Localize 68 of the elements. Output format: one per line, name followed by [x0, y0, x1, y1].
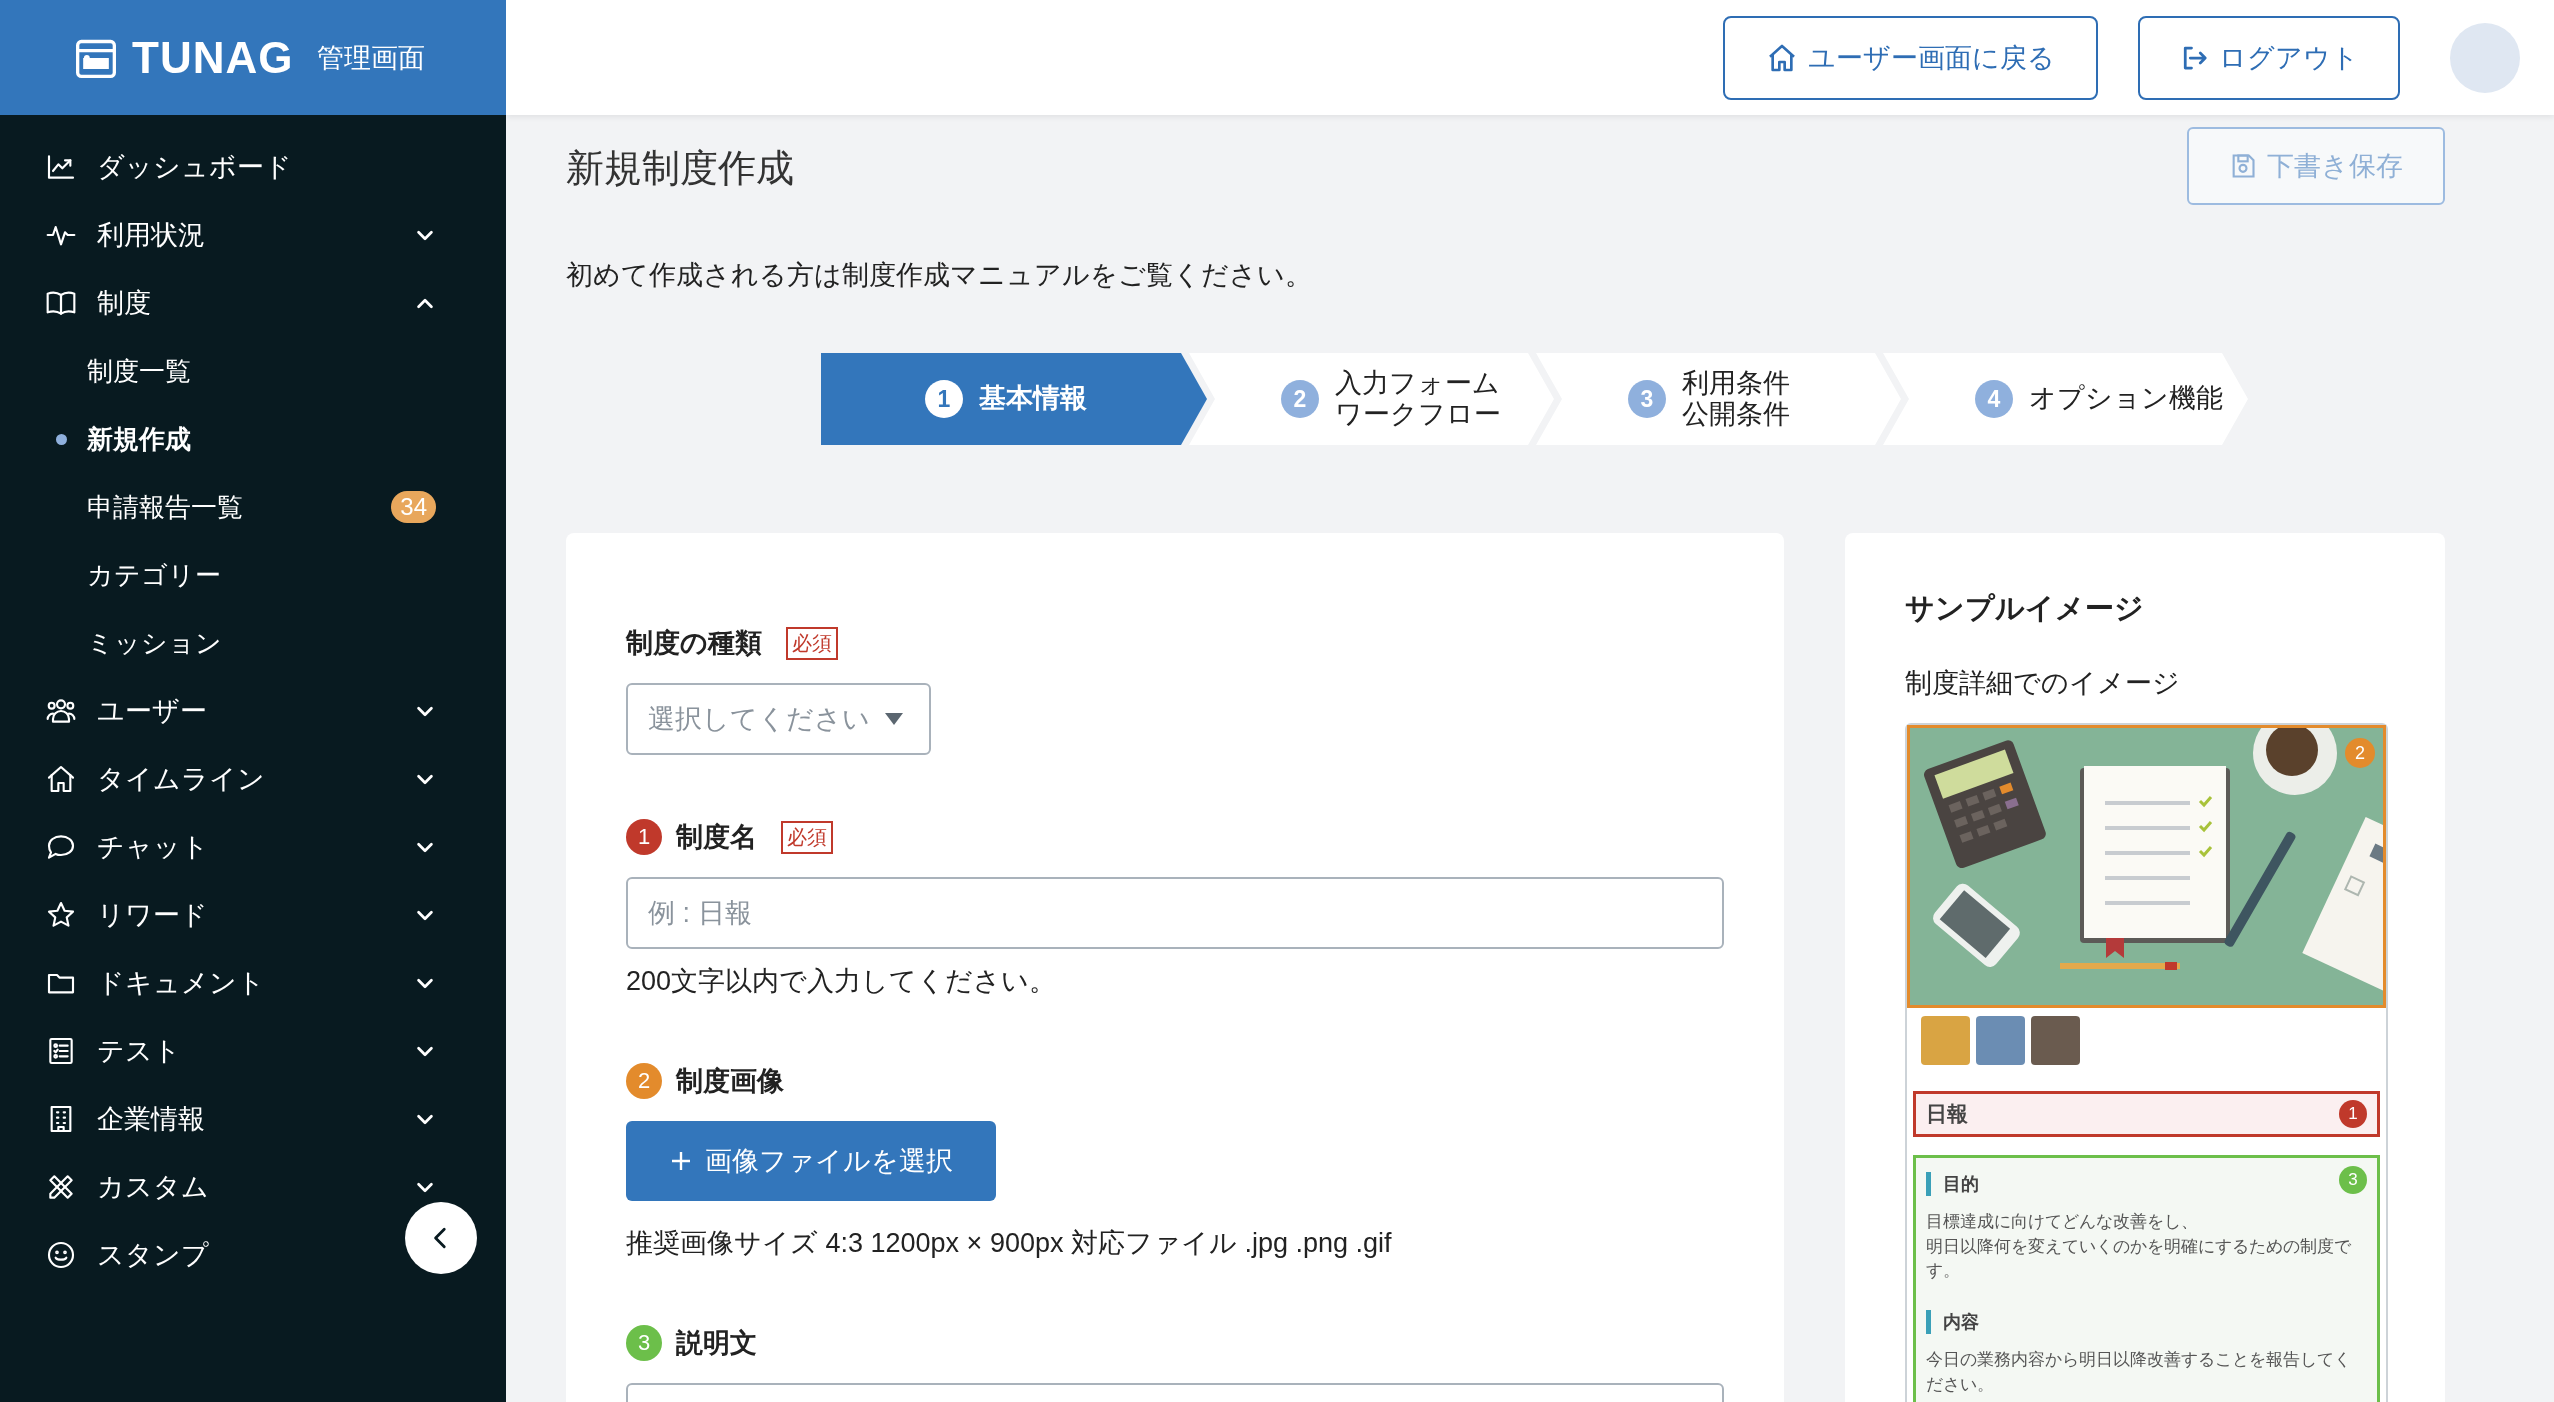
card-title: サンプルイメージ — [1905, 591, 2145, 626]
submenu-item[interactable]: 制度一覧 — [0, 337, 506, 405]
page-title: 新規制度作成 — [566, 146, 794, 191]
field-label: 制度画像 — [676, 1065, 784, 1098]
step-label: 公開条件 — [1682, 399, 1790, 431]
step-number: 4 — [1975, 380, 2013, 418]
back-to-user-button[interactable]: ユーザー画面に戻る — [1723, 15, 2098, 100]
photo-placeholder — [2031, 1016, 2080, 1065]
smiley-icon — [45, 1239, 77, 1271]
required-badge: 必須 — [781, 820, 833, 854]
step-label: 利用条件 — [1682, 367, 1790, 399]
home-icon — [45, 763, 77, 795]
menu-item[interactable]: 企業情報 — [0, 1085, 506, 1153]
menu-item[interactable]: ダッシュボード — [0, 133, 506, 201]
required-badge: 必須 — [786, 626, 838, 660]
menu-item[interactable]: チャット — [0, 813, 506, 881]
submenu-item[interactable]: カテゴリー — [0, 541, 506, 609]
menu-item[interactable]: ドキュメント — [0, 949, 506, 1017]
brand-name: TUNAG — [132, 32, 294, 83]
input-field[interactable]: 例 : 日報 — [626, 877, 1724, 949]
photo-placeholder — [1976, 1016, 2025, 1065]
step-tab[interactable]: 3 利用条件 公開条件 — [1536, 353, 1901, 445]
notice-text: 初めて作成される方は制度作成マニュアルをご覧ください。 — [566, 259, 1313, 292]
section-text: 目標達成に向けてどんな改善をし、 — [1926, 1211, 2199, 1233]
menu-item[interactable]: スタンプ — [0, 1221, 506, 1289]
number-marker: 1 — [626, 819, 662, 855]
logout-button[interactable]: ログアウト — [2138, 15, 2400, 100]
step-label: 入力フォーム — [1335, 367, 1501, 399]
submenu-item[interactable]: 申請報告一覧 34 — [0, 473, 506, 541]
menu-item[interactable]: 利用状況 — [0, 201, 506, 269]
preview-title: 日報 — [1926, 1101, 1968, 1127]
help-text: 200文字以内で入力してください。 — [626, 965, 1058, 998]
file-select-button[interactable]: 画像ファイルを選択 — [626, 1121, 996, 1201]
number-marker: 2 — [626, 1063, 662, 1099]
submenu-item[interactable]: ミッション — [0, 609, 506, 677]
step-tab[interactable]: 1 基本情報 — [821, 353, 1207, 445]
admin-label: 管理画面 — [317, 41, 426, 75]
number-marker: 3 — [626, 1325, 662, 1361]
caret-down-icon — [884, 712, 904, 726]
section-heading: 内容 — [1926, 1309, 2367, 1334]
plus-icon — [669, 1149, 693, 1173]
field-label: 制度名 — [676, 821, 757, 854]
field-label: 制度の種類 — [626, 627, 762, 660]
step-tab[interactable]: 4 オプション機能 — [1883, 353, 2248, 445]
section-text: 明日以降何を変えていくのかを明確にするための制度です。 — [1926, 1235, 2352, 1283]
help-text: 推奨画像サイズ 4:3 1200px × 900px 対応ファイル .jpg .png .gif — [626, 1227, 1393, 1260]
step-label: オプション機能 — [2029, 383, 2223, 415]
number-marker: 3 — [2339, 1166, 2367, 1194]
section-text: 今日の業務内容から明日以降改善することを報告してください。 — [1926, 1348, 2352, 1396]
step-number: 1 — [925, 380, 963, 418]
menu-item[interactable]: カスタム — [0, 1153, 506, 1221]
menu-item[interactable]: リワード — [0, 881, 506, 949]
photo-placeholder — [1921, 1016, 1970, 1065]
menu-item[interactable]: タイムライン — [0, 745, 506, 813]
step-number: 3 — [1628, 380, 1666, 418]
menu-item[interactable]: 制度 — [0, 269, 506, 337]
step-label: ワークフロー — [1335, 399, 1501, 431]
field-label: 説明文 — [676, 1327, 757, 1360]
number-marker: 1 — [2339, 1100, 2367, 1128]
number-marker: 2 — [2345, 738, 2375, 768]
count-badge: 34 — [391, 491, 436, 523]
step-number: 2 — [1281, 380, 1319, 418]
step-tab[interactable]: 2 入力フォーム ワークフロー — [1189, 353, 1554, 445]
card-subtitle: 制度詳細でのイメージ — [1905, 667, 2181, 700]
menu-item[interactable]: ユーザー — [0, 677, 506, 745]
menu-item[interactable]: テスト — [0, 1017, 506, 1085]
submenu-item[interactable]: 新規作成 — [0, 405, 506, 473]
step-label: 基本情報 — [979, 383, 1087, 415]
